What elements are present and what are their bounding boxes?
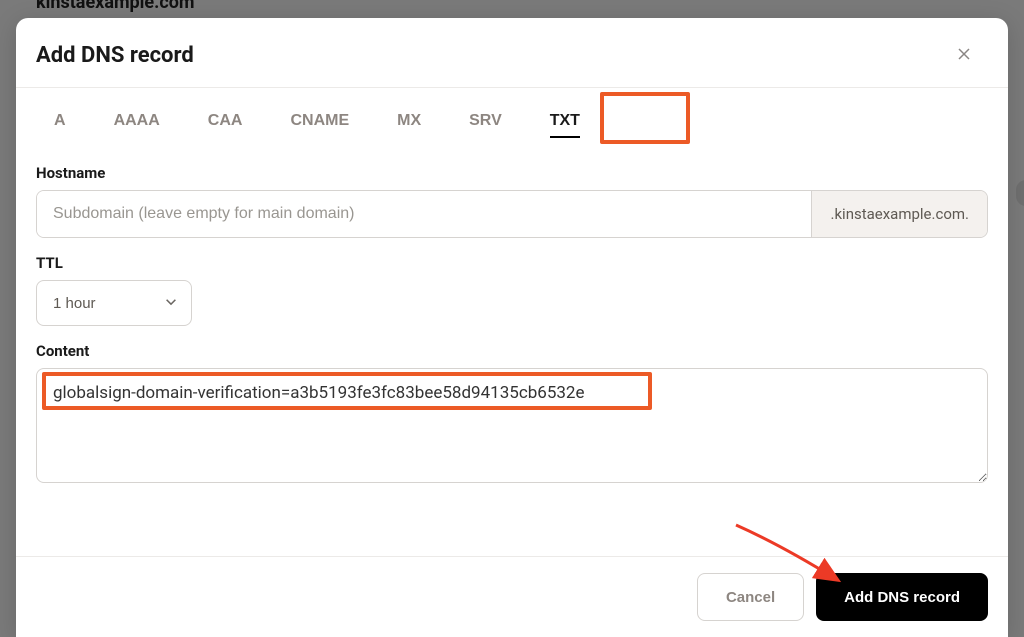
modal-body: A AAAA CAA CNAME MX SRV TXT Hostname .ki… — [16, 88, 1008, 556]
modal-header: Add DNS record — [16, 18, 1008, 88]
record-type-tabs: A AAAA CAA CNAME MX SRV TXT — [36, 88, 988, 148]
tab-mx[interactable]: MX — [395, 106, 423, 136]
tab-srv[interactable]: SRV — [467, 106, 504, 136]
backdrop-domain: kinstaexample.com — [36, 0, 195, 13]
annotation-txt-highlight — [600, 92, 690, 144]
close-button[interactable] — [952, 42, 976, 69]
modal-title: Add DNS record — [36, 43, 194, 68]
backdrop-decoration — [1016, 180, 1024, 206]
hostname-input[interactable] — [37, 191, 811, 237]
content-input[interactable] — [36, 368, 988, 483]
cancel-button[interactable]: Cancel — [697, 573, 804, 621]
ttl-label: TTL — [36, 254, 988, 272]
add-dns-record-modal: Add DNS record A AAAA CAA CNAME MX SRV T… — [16, 18, 1008, 637]
content-label: Content — [36, 342, 988, 360]
tab-cname[interactable]: CNAME — [288, 106, 351, 136]
modal-footer: Cancel Add DNS record — [16, 556, 1008, 637]
ttl-select[interactable]: 1 hour — [36, 280, 192, 326]
hostname-label: Hostname — [36, 164, 988, 182]
content-group: Content — [36, 342, 988, 487]
close-icon — [956, 46, 972, 62]
tab-txt[interactable]: TXT — [548, 106, 582, 136]
add-dns-record-button[interactable]: Add DNS record — [816, 573, 988, 621]
tab-a[interactable]: A — [52, 106, 68, 136]
hostname-suffix: .kinstaexample.com. — [811, 191, 987, 237]
ttl-group: TTL 1 hour — [36, 254, 988, 326]
hostname-input-wrapper: .kinstaexample.com. — [36, 190, 988, 238]
ttl-select-wrapper: 1 hour — [36, 280, 192, 326]
tab-caa[interactable]: CAA — [206, 106, 245, 136]
tab-aaaa[interactable]: AAAA — [112, 106, 162, 136]
hostname-group: Hostname .kinstaexample.com. — [36, 164, 988, 238]
